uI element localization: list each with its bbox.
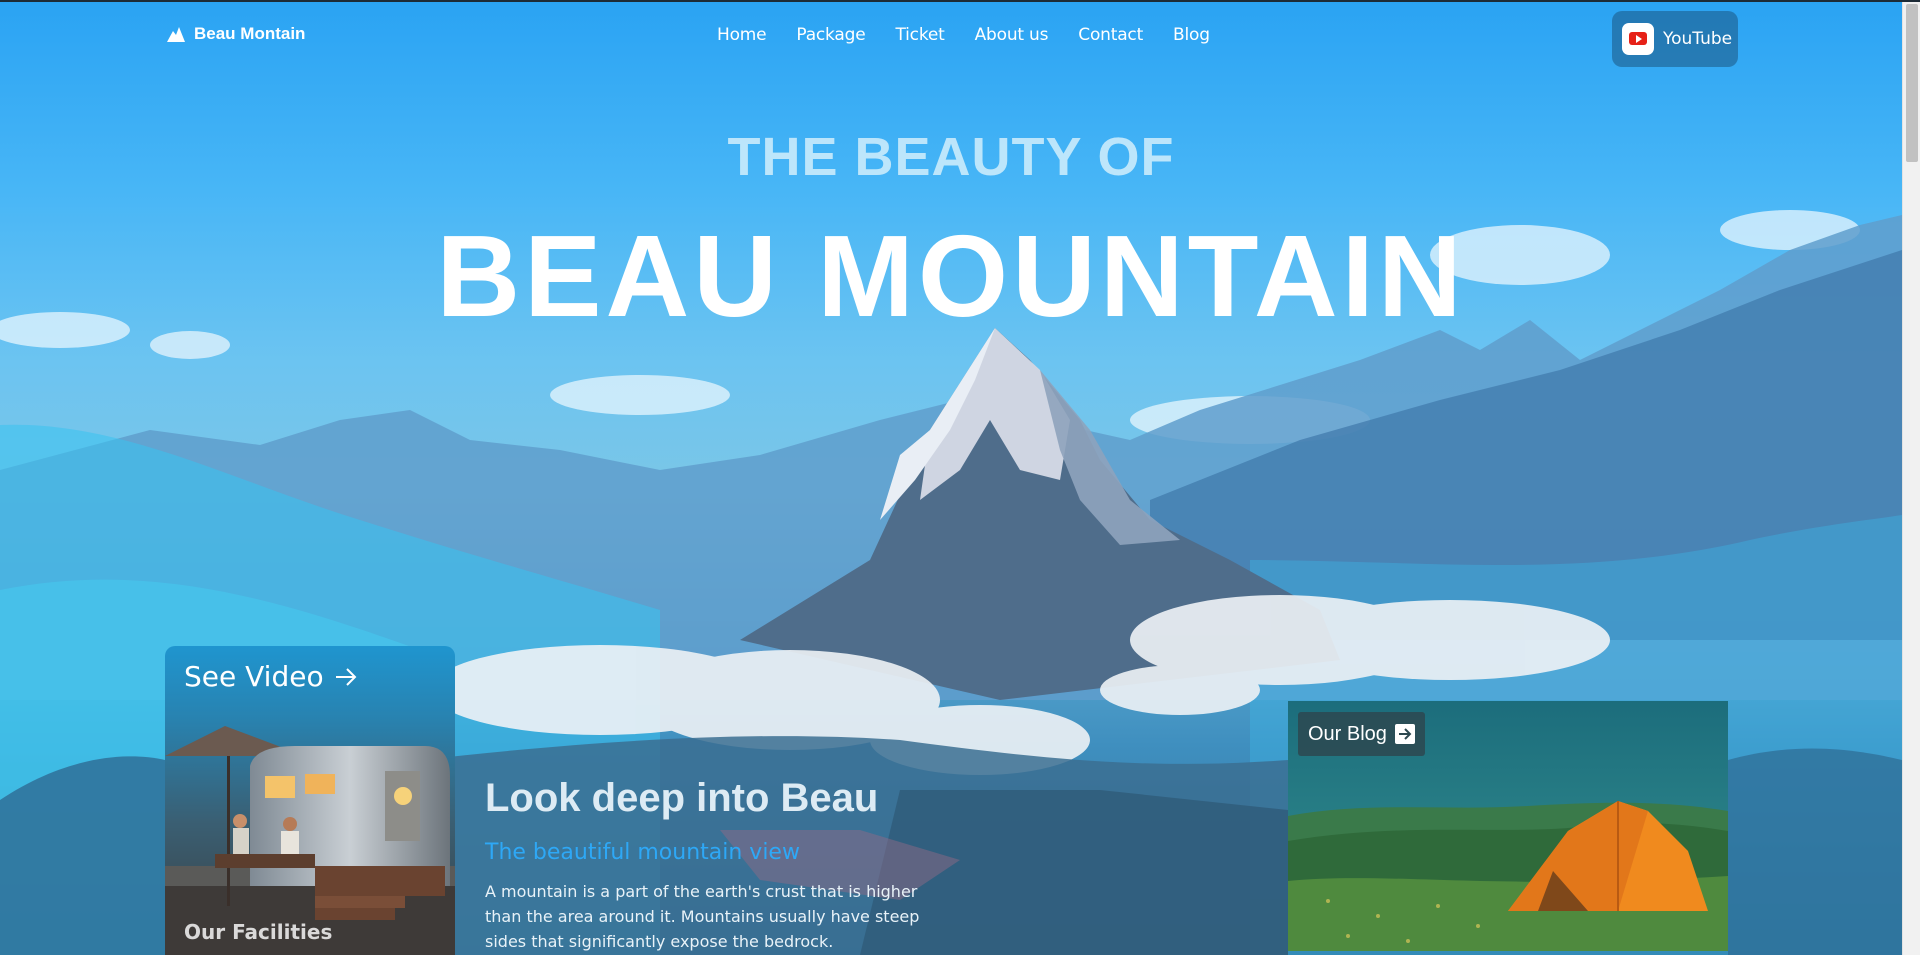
section-heading: Look deep into Beau bbox=[485, 776, 879, 820]
main-nav: Home Package Ticket About us Contact Blo… bbox=[717, 25, 1210, 45]
mountain-logo-icon bbox=[167, 27, 185, 42]
brand-name: Beau Montain bbox=[194, 24, 306, 43]
nav-link-about-us[interactable]: About us bbox=[975, 25, 1049, 45]
our-facilities-caption: Our Facilities bbox=[184, 920, 333, 944]
hero-subtitle: THE BEAUTY OF bbox=[727, 127, 1175, 187]
our-blog-button[interactable]: Our Blog bbox=[1298, 712, 1425, 756]
hero-title: BEAU MOUNTAIN bbox=[436, 211, 1466, 341]
nav-link-package[interactable]: Package bbox=[796, 25, 865, 45]
arrow-right-icon bbox=[1394, 724, 1415, 744]
section-paragraph: A mountain is a part of the earth's crus… bbox=[485, 882, 920, 951]
nav-link-contact[interactable]: Contact bbox=[1078, 25, 1143, 45]
our-blog-card[interactable]: Our Blog bbox=[1288, 701, 1728, 951]
arrow-right-icon bbox=[335, 667, 356, 686]
window-top-border bbox=[0, 0, 1920, 2]
section-subheading: The beautiful mountain view bbox=[485, 840, 800, 865]
see-video-card[interactable]: See Video Our Facilities bbox=[165, 646, 455, 955]
page-scrollbar[interactable] bbox=[1902, 0, 1920, 955]
scrollbar-thumb[interactable] bbox=[1906, 4, 1918, 162]
youtube-label: YouTube bbox=[1663, 29, 1733, 49]
our-blog-label: Our Blog bbox=[1308, 722, 1387, 745]
youtube-icon bbox=[1622, 23, 1654, 55]
youtube-button[interactable]: YouTube bbox=[1612, 11, 1738, 67]
see-video-label: See Video bbox=[184, 660, 324, 693]
nav-link-blog[interactable]: Blog bbox=[1173, 25, 1210, 45]
nav-link-home[interactable]: Home bbox=[717, 25, 767, 45]
nav-link-ticket[interactable]: Ticket bbox=[895, 25, 944, 45]
see-video-link[interactable]: See Video bbox=[184, 660, 358, 693]
brand[interactable]: Beau Montain bbox=[166, 24, 305, 44]
